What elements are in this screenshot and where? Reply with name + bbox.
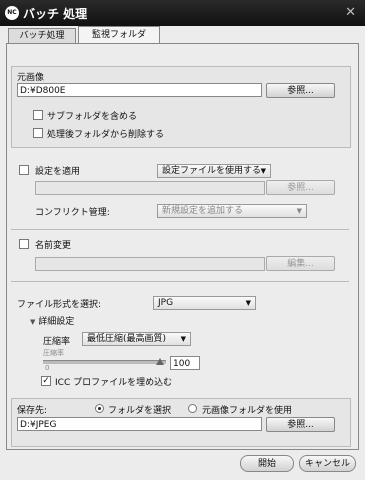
destination-browse-button[interactable]: 参照...: [266, 417, 335, 432]
format-select[interactable]: JPG ▼: [153, 296, 256, 310]
format-value: JPG: [158, 298, 174, 308]
settings-browse-button[interactable]: 参照...: [266, 180, 335, 195]
app-logo-icon: NC: [5, 6, 19, 20]
start-button[interactable]: 開始: [240, 455, 294, 472]
rename-edit-button[interactable]: 編集...: [266, 256, 335, 271]
details-label: 詳細設定: [38, 317, 75, 327]
compression-label: 圧縮率: [43, 337, 71, 347]
apply-settings-checkbox[interactable]: [19, 165, 29, 175]
chevron-down-icon: ▼: [260, 167, 266, 175]
source-path-input[interactable]: D:¥D800E: [17, 83, 262, 97]
slider-label: 圧縮率: [43, 349, 64, 357]
rename-pattern-input[interactable]: [35, 257, 265, 271]
compression-select[interactable]: 最低圧縮(最高画質) ▼: [82, 332, 191, 346]
icc-checkbox[interactable]: ✓: [41, 376, 51, 386]
conflict-select[interactable]: 新規設定を追加する ▼: [157, 204, 307, 218]
source-browse-button[interactable]: 参照...: [266, 83, 335, 98]
settings-mode-value: 設定ファイルを使用する: [162, 166, 262, 176]
details-toggle[interactable]: ▼ 詳細設定: [30, 314, 74, 327]
title-bar: NC バッチ 処理 ✕: [0, 0, 365, 26]
triangle-down-icon: ▼: [30, 318, 36, 326]
slider-min-label: 0: [45, 364, 50, 372]
destination-label: 保存先:: [17, 406, 48, 416]
divider: [11, 229, 349, 230]
include-subfolders-label: サブフォルダを含める: [47, 112, 138, 122]
source-label: 元画像: [17, 73, 45, 83]
source-folder-label: 元画像フォルダを使用: [202, 406, 293, 416]
chevron-down-icon: ▼: [180, 335, 186, 343]
include-subfolders-checkbox[interactable]: [33, 110, 43, 120]
settings-mode-select[interactable]: 設定ファイルを使用する ▼: [157, 164, 271, 178]
tab-watch-folder[interactable]: 監視フォルダ: [78, 26, 160, 44]
icc-label: ICC プロファイルを埋め込む: [55, 378, 173, 388]
conflict-label: コンフリクト管理:: [35, 208, 110, 218]
destination-path-input[interactable]: D:¥JPEG: [17, 417, 262, 431]
slider-thumb[interactable]: [156, 358, 164, 365]
tab-bar: バッチ処理 監視フォルダ: [6, 26, 359, 44]
quality-input[interactable]: 100: [170, 356, 200, 370]
close-icon[interactable]: ✕: [345, 5, 356, 20]
conflict-value: 新規設定を追加する: [162, 206, 244, 216]
radio-source-folder[interactable]: [188, 404, 197, 413]
rename-label: 名前変更: [35, 241, 72, 251]
chevron-down-icon: ▼: [245, 299, 251, 307]
batch-window: NC バッチ 処理 ✕ バッチ処理 監視フォルダ 元画像 D:¥D800E 参照…: [0, 0, 365, 480]
tab-batch[interactable]: バッチ処理: [8, 28, 76, 44]
select-folder-label: フォルダを選択: [108, 406, 172, 416]
cancel-button[interactable]: キャンセル: [299, 455, 356, 472]
format-label: ファイル形式を選択:: [17, 300, 102, 310]
delete-after-checkbox[interactable]: [33, 128, 43, 138]
chevron-down-icon: ▼: [296, 207, 302, 215]
delete-after-label: 処理後フォルダから削除する: [47, 130, 165, 140]
rename-checkbox[interactable]: [19, 239, 29, 249]
settings-file-input[interactable]: [35, 181, 265, 195]
divider: [11, 281, 349, 282]
window-title: バッチ 処理: [23, 7, 88, 21]
quality-slider[interactable]: [43, 360, 166, 364]
radio-select-folder[interactable]: [95, 404, 104, 413]
compression-value: 最低圧縮(最高画質): [87, 334, 167, 344]
tab-content: 元画像 D:¥D800E 参照... サブフォルダを含める 処理後フォルダから削…: [6, 43, 359, 450]
apply-settings-label: 設定を適用: [35, 167, 81, 177]
